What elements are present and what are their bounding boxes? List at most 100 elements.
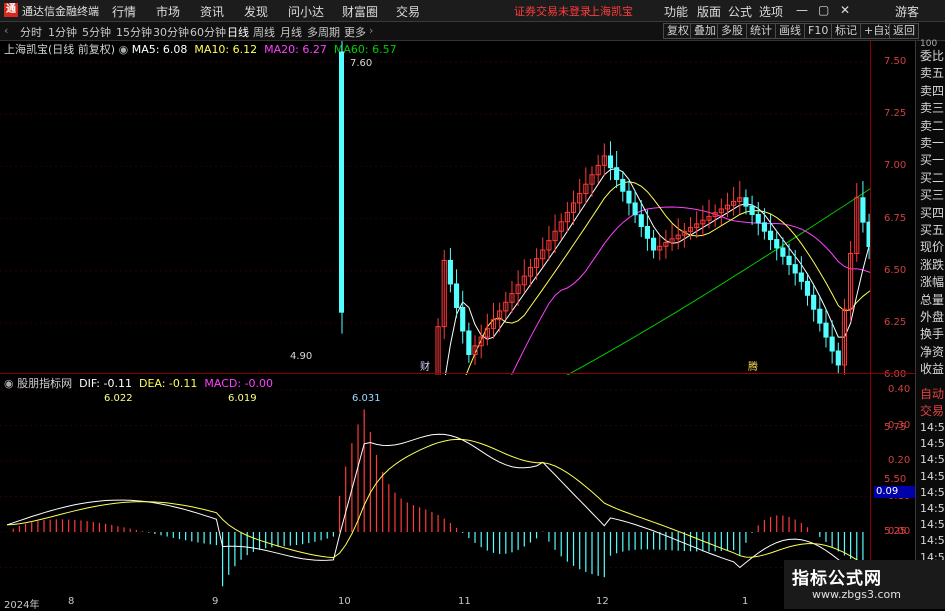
user-label[interactable]: 游客: [895, 3, 919, 20]
menu-banmian[interactable]: 版面: [697, 3, 721, 20]
tick-time: 14:56: [920, 469, 945, 483]
quote-field-label: 外盘: [920, 310, 945, 324]
price-tick-label: 7.50: [884, 55, 907, 67]
quote-field-label: 买一: [920, 153, 945, 168]
menu-shichang[interactable]: 市场: [156, 3, 180, 20]
menu-caifuquan[interactable]: 财富圈: [342, 3, 378, 20]
quote-field-label: 卖三: [920, 101, 945, 116]
toolbar-arrow-icon[interactable]: ‹: [4, 24, 8, 37]
period-30min[interactable]: 30分钟: [153, 24, 189, 40]
menu-jiaoyi[interactable]: 交易: [396, 3, 420, 20]
menu-gongshi[interactable]: 公式: [728, 3, 752, 20]
menu-faxian[interactable]: 发现: [244, 3, 268, 20]
dea-line: [7, 438, 864, 565]
candle-body: [607, 155, 614, 169]
tick-time: 14:56: [920, 421, 945, 434]
menu-hangqing[interactable]: 行情: [112, 3, 136, 20]
quote-field-label: 卖四: [920, 83, 945, 98]
period-monthly[interactable]: 月线: [280, 24, 302, 40]
btn-fuquan[interactable]: 复权: [663, 23, 693, 39]
candle-body: [620, 178, 626, 192]
quote-field-label: 卖二: [920, 118, 945, 133]
candle-body: [447, 259, 453, 285]
event-marker-cai[interactable]: 财: [420, 358, 430, 373]
price-tick-label: 7.25: [884, 108, 907, 120]
btn-biaoji[interactable]: 标记: [831, 23, 861, 39]
candlestick-chart[interactable]: [0, 41, 870, 375]
trade-login-warning[interactable]: 证券交易未登录: [514, 3, 591, 19]
period-more[interactable]: 更多: [344, 24, 366, 40]
quote-field-label: 买二: [920, 170, 945, 185]
period-1min[interactable]: 1分钟: [48, 24, 77, 40]
macd-tick-label: 0.00: [888, 526, 911, 537]
minimize-button[interactable]: —: [796, 3, 808, 17]
quote-field-label: 涨幅: [920, 275, 945, 290]
candle-body: [755, 213, 761, 224]
menu-gongneng[interactable]: 功能: [664, 3, 688, 20]
period-toolbar: ‹ 分时 1分钟 5分钟 15分钟 30分钟 60分钟 日线 周线 月线 多周期…: [0, 22, 945, 41]
tick-time: 14:56: [920, 453, 945, 467]
btn-back[interactable]: 返回: [889, 23, 919, 39]
candle-body: [749, 205, 755, 215]
tick-time: 14:56: [920, 502, 945, 515]
period-60min[interactable]: 60分钟: [190, 24, 226, 40]
candle-body: [817, 308, 823, 324]
candle-body: [835, 350, 841, 366]
menu-wenxiaoda[interactable]: 问小达: [288, 3, 324, 20]
quote-field-label: 涨跌: [920, 257, 945, 272]
period-fenshi[interactable]: 分时: [20, 24, 42, 40]
candle-body: [453, 283, 460, 308]
candle-body: [804, 280, 811, 296]
btn-tongji[interactable]: 统计: [746, 23, 776, 39]
period-multi[interactable]: 多周期: [307, 24, 340, 40]
tick-time: 14:56: [920, 485, 945, 499]
candle-body: [651, 237, 657, 251]
macd-chart[interactable]: [0, 375, 870, 595]
candle-body: [460, 306, 466, 332]
axis-divider: [870, 41, 871, 609]
price-tick-label: 6.25: [884, 317, 907, 329]
maximize-button[interactable]: ▢: [818, 3, 829, 17]
more-chevron-icon[interactable]: ›: [369, 24, 373, 37]
menu-xuanxiang[interactable]: 选项: [759, 3, 783, 20]
candle-body: [786, 255, 792, 266]
btn-huaxian[interactable]: 画线: [775, 23, 805, 39]
dif-line: [6, 433, 864, 580]
watermark: 指标公式网 www.zbgs3.com: [784, 560, 945, 609]
price-tick-label: 6.50: [884, 264, 907, 276]
auto-trade-label[interactable]: 自动: [920, 385, 944, 402]
candle-body: [614, 167, 620, 180]
macd-tick-label: 0.20: [888, 455, 911, 466]
menu-zixun[interactable]: 资讯: [200, 3, 224, 20]
quote-field-label: 买五: [920, 223, 945, 237]
quote-field-label: 买四: [920, 205, 945, 220]
candle-body: [792, 264, 798, 274]
period-5min[interactable]: 5分钟: [82, 24, 111, 40]
date-dec: 12: [596, 596, 609, 607]
date-nov: 11: [458, 596, 471, 607]
event-marker-teng[interactable]: 腾: [748, 358, 758, 373]
period-15min[interactable]: 15分钟: [116, 24, 152, 40]
period-daily[interactable]: 日线: [227, 24, 249, 40]
close-button[interactable]: ✕: [840, 3, 850, 17]
candle-body: [823, 322, 829, 338]
candle-body: [860, 197, 866, 223]
date-oct: 10: [338, 596, 351, 607]
macd-tick-label: 0.40: [888, 384, 911, 395]
quote-field-label: 买三: [920, 188, 945, 203]
btn-diejia[interactable]: 叠加: [690, 23, 720, 39]
auto-trade-label[interactable]: 交易: [920, 402, 944, 419]
candle-body: [780, 247, 786, 257]
candle-body: [743, 197, 749, 207]
tick-time: 14:56: [920, 437, 945, 451]
quote-field-label: 收益: [920, 362, 945, 377]
btn-f10[interactable]: F10: [804, 23, 833, 39]
tick-time: 14:56: [920, 518, 945, 532]
price-tick-label: 5.50: [884, 473, 907, 485]
period-weekly[interactable]: 周线: [253, 24, 275, 40]
macd-current-value: 0.09: [874, 486, 916, 498]
date-jan: 1: [742, 596, 749, 607]
btn-duogu[interactable]: 多股: [717, 23, 747, 39]
quote-side-panel: 100 委比 卖五 卖四 卖三 卖二 卖一 买一 买二 买三 买四 买五 现价 涨跌 涨幅 总量 外盘 换手 净资…: [915, 39, 945, 609]
quote-field-label: 卖一: [920, 136, 945, 150]
